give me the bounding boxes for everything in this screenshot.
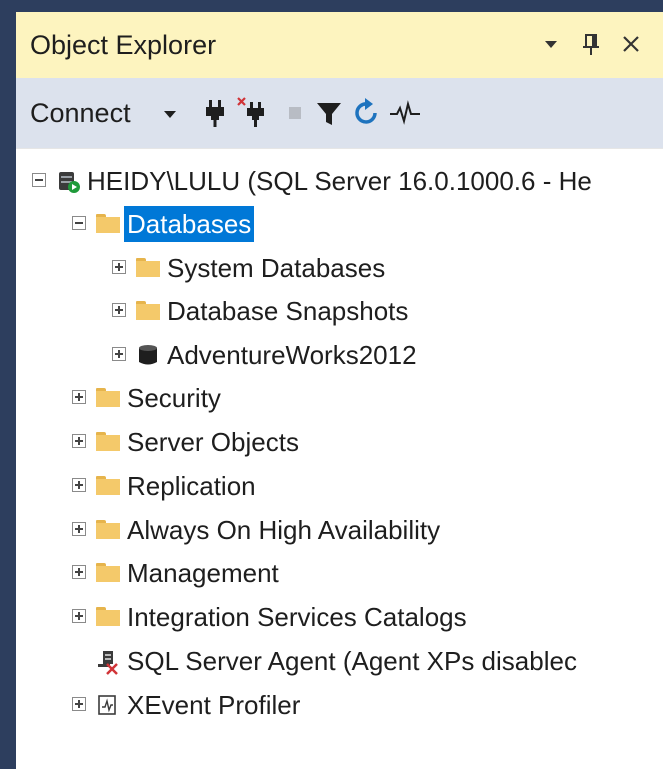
close-icon [623,36,639,52]
collapse-toggle[interactable] [72,216,86,230]
tree-node-system-databases[interactable]: System Databases [16,250,663,290]
expand-toggle[interactable] [112,303,126,317]
folder-icon [136,258,160,277]
tree-node-label: Databases [124,206,255,242]
window-frame: Object Explorer Connect HEIDY\LULU (SQL … [0,0,663,769]
tree-node-xevent-profiler[interactable]: XEvent Profiler [16,687,663,727]
close-button[interactable] [616,26,646,62]
tree-node-sql-server-agent[interactable]: SQL Server Agent (Agent XPs disablec [16,643,663,683]
object-explorer-toolbar: Connect [16,78,663,148]
folder-icon [96,388,120,407]
tree-node-label: Security [127,383,221,413]
sql-agent-disabled-icon [98,651,118,675]
collapse-toggle[interactable] [32,173,46,187]
expand-toggle[interactable] [72,522,86,536]
connect-plug-icon[interactable] [198,96,232,130]
tree-node-label: Server Objects [127,427,299,457]
activity-monitor-icon[interactable] [388,96,422,130]
folder-icon [96,476,120,495]
disconnect-icon[interactable] [236,96,270,130]
object-explorer-tree: HEIDY\LULU (SQL Server 16.0.1000.6 - He … [16,148,663,769]
panel-title: Object Explorer [30,30,217,60]
folder-icon [96,432,120,451]
tree-node-security[interactable]: Security [16,380,663,420]
filter-icon[interactable] [312,96,346,130]
pin-icon [583,34,599,55]
tree-node-label: Management [127,558,279,588]
tree-node-label: System Databases [167,253,386,283]
folder-icon [96,607,120,626]
stop-icon[interactable] [278,96,312,130]
server-icon [59,172,80,193]
expand-toggle[interactable] [112,347,126,361]
tree-node-server[interactable]: HEIDY\LULU (SQL Server 16.0.1000.6 - He [16,163,663,203]
pin-button[interactable] [576,26,606,62]
object-explorer-panel: Object Explorer Connect HEIDY\LULU (SQL … [16,12,663,769]
expand-toggle[interactable] [72,434,86,448]
expand-toggle[interactable] [72,697,86,711]
xevent-profiler-icon [98,695,116,715]
tree-node-label: Replication [127,471,256,501]
panel-titlebar: Object Explorer [16,12,663,78]
tree-node-label: SQL Server Agent (Agent XPs disablec [127,646,577,676]
connect-dropdown-arrow-icon[interactable] [164,111,176,118]
expand-toggle[interactable] [112,260,126,274]
tree-node-label: Integration Services Catalogs [127,602,467,632]
tree-node-adventureworks2012[interactable]: AdventureWorks2012 [16,337,663,377]
folder-icon [96,520,120,539]
tree-node-databases[interactable]: Databases [16,206,663,246]
tree-node-always-on[interactable]: Always On High Availability [16,512,663,552]
tree-node-label: Always On High Availability [127,515,441,545]
expand-toggle[interactable] [72,390,86,404]
tree-node-label: Database Snapshots [167,296,409,326]
connect-button[interactable]: Connect [30,98,131,129]
window-position-dropdown-button[interactable] [536,26,566,62]
chevron-down-icon [545,41,557,48]
refresh-icon[interactable] [350,96,384,130]
tree-node-server-objects[interactable]: Server Objects [16,424,663,464]
database-icon [139,345,157,365]
tree-node-replication[interactable]: Replication [16,468,663,508]
tree-node-database-snapshots[interactable]: Database Snapshots [16,293,663,333]
tree-node-label: HEIDY\LULU (SQL Server 16.0.1000.6 - He [87,166,592,196]
folder-icon [96,563,120,582]
tree-node-management[interactable]: Management [16,555,663,595]
tree-node-label: AdventureWorks2012 [167,340,417,370]
tree-node-integration-services-catalogs[interactable]: Integration Services Catalogs [16,599,663,639]
tree-node-label: XEvent Profiler [127,690,301,720]
expand-toggle[interactable] [72,478,86,492]
folder-icon [136,301,160,320]
expand-toggle[interactable] [72,609,86,623]
expand-toggle[interactable] [72,565,86,579]
folder-icon [96,214,120,233]
